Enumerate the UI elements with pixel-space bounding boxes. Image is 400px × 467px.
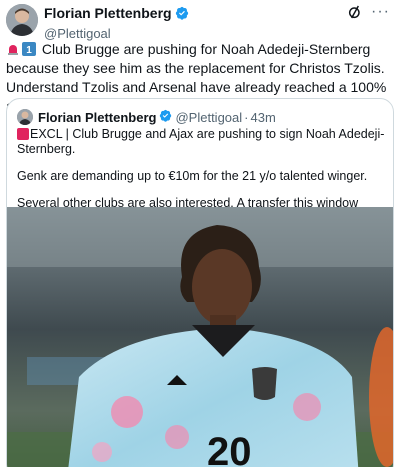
quoted-line-2: Genk are demanding up to €10m for the 21… — [17, 169, 368, 183]
separator-dot: · — [244, 109, 249, 125]
header-actions: ··· — [347, 4, 390, 20]
quoted-verified-badge-icon — [159, 109, 172, 125]
jersey-number: 20 — [207, 430, 252, 467]
grok-icon[interactable] — [347, 4, 363, 20]
number-one-icon: 1 — [22, 42, 36, 56]
svg-text:1: 1 — [26, 45, 32, 56]
author-avatar[interactable] — [6, 4, 38, 36]
siren-icon — [17, 128, 29, 140]
siren-icon — [6, 42, 20, 56]
quoted-author-handle: @Plettigoal — [175, 109, 243, 125]
player-photo[interactable]: 20 — [7, 207, 393, 467]
author-block: Florian Plettenberg @Plettigoal — [44, 5, 189, 42]
quoted-line-1: EXCL | Club Brugge and Ajax are pushing … — [17, 127, 385, 157]
quoted-tweet-header: Florian Plettenberg @Plettigoal · 43m — [17, 108, 276, 126]
quoted-tweet[interactable]: Florian Plettenberg @Plettigoal · 43m EX… — [6, 98, 394, 467]
verified-badge-icon — [175, 6, 189, 25]
quoted-author-name: Florian Plettenberg — [38, 109, 157, 125]
author-name[interactable]: Florian Plettenberg — [44, 5, 172, 21]
quoted-line-1-text: EXCL | Club Brugge and Ajax are pushing … — [17, 127, 385, 156]
more-options-icon[interactable]: ··· — [371, 4, 390, 20]
quoted-timestamp: 43m — [250, 109, 276, 125]
tweet-header: Florian Plettenberg @Plettigoal ··· — [6, 4, 394, 41]
quoted-author-avatar — [17, 109, 33, 125]
